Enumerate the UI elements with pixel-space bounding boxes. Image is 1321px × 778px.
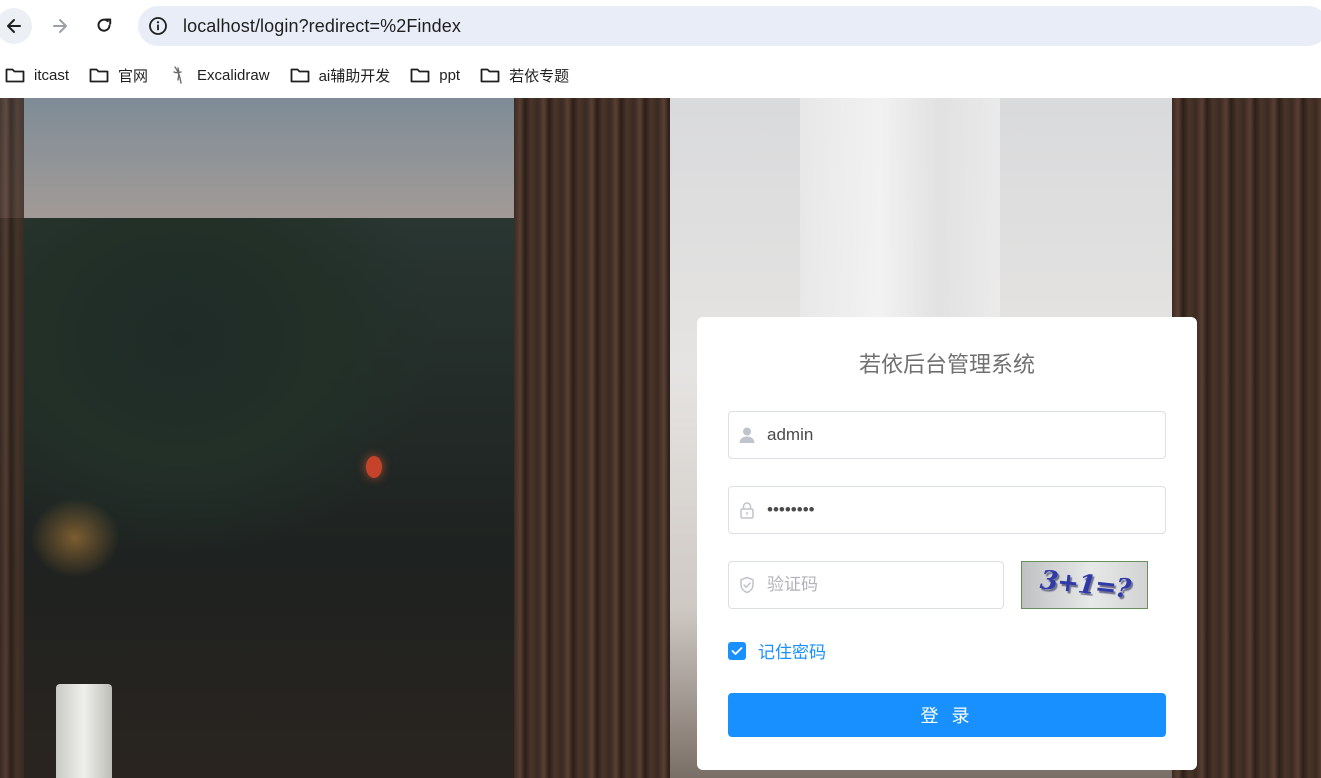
user-icon xyxy=(737,425,757,445)
bookmark-itcast[interactable]: itcast xyxy=(0,60,74,90)
password-field[interactable] xyxy=(728,486,1166,534)
password-input[interactable] xyxy=(767,500,1138,520)
folder-icon xyxy=(89,66,109,84)
remember-password[interactable]: 记住密码 xyxy=(728,638,826,663)
captcha-image[interactable]: 3+1=? xyxy=(1021,561,1148,609)
login-card: 若依后台管理系统 3+1=? 记住密码 登 录 xyxy=(697,317,1197,770)
background-lamp xyxy=(366,456,382,478)
username-input[interactable] xyxy=(767,425,1138,445)
bookmark-label: 若依专题 xyxy=(509,67,570,85)
background-wood-post xyxy=(514,98,670,778)
arrow-left-icon xyxy=(7,19,21,33)
reload-icon xyxy=(97,18,112,32)
login-button[interactable]: 登 录 xyxy=(728,693,1166,737)
back-button[interactable] xyxy=(0,8,32,44)
lock-icon xyxy=(737,500,757,520)
check-icon xyxy=(731,646,743,655)
bookmark-ppt[interactable]: ppt xyxy=(405,60,465,90)
username-field[interactable] xyxy=(728,411,1166,459)
bookmarks-bar: itcast 官网 Excalidraw ai辅助开发 ppt 若依专题 xyxy=(0,52,1321,98)
folder-icon xyxy=(410,66,430,84)
captcha-text: 3+1=? xyxy=(1038,565,1131,605)
forward-button[interactable] xyxy=(42,8,78,44)
folder-icon xyxy=(5,66,25,84)
background-warm-light xyxy=(30,498,120,578)
bookmark-label: ai辅助开发 xyxy=(318,67,391,85)
reload-button[interactable] xyxy=(86,8,122,44)
captcha-input[interactable] xyxy=(767,575,1000,595)
site-info-icon[interactable] xyxy=(147,15,169,37)
excalidraw-icon xyxy=(168,66,188,84)
remember-label[interactable]: 记住密码 xyxy=(758,638,826,663)
background-wood-post xyxy=(0,98,24,778)
bookmark-guanwang[interactable]: 官网 xyxy=(84,60,153,90)
bookmark-excalidraw[interactable]: Excalidraw xyxy=(163,60,275,90)
bookmark-ai-dev[interactable]: ai辅助开发 xyxy=(285,60,396,90)
shield-icon xyxy=(737,575,757,595)
address-bar[interactable]: localhost/login?redirect=%2Findex xyxy=(138,6,1321,46)
bookmark-label: Excalidraw xyxy=(197,66,270,84)
browser-toolbar: localhost/login?redirect=%2Findex xyxy=(0,0,1321,52)
remember-checkbox[interactable] xyxy=(728,641,746,660)
arrow-right-icon xyxy=(53,19,67,33)
bookmark-ruoyi[interactable]: 若依专题 xyxy=(475,60,574,90)
bookmark-label: itcast xyxy=(34,66,70,84)
background-cup xyxy=(56,684,112,778)
address-url[interactable]: localhost/login?redirect=%2Findex xyxy=(183,16,461,37)
bookmark-label: 官网 xyxy=(118,67,149,85)
bookmark-label: ppt xyxy=(439,66,461,84)
folder-icon xyxy=(290,66,310,84)
login-title: 若依后台管理系统 xyxy=(858,352,1035,377)
captcha-field[interactable] xyxy=(728,561,1004,609)
folder-icon xyxy=(480,66,500,84)
